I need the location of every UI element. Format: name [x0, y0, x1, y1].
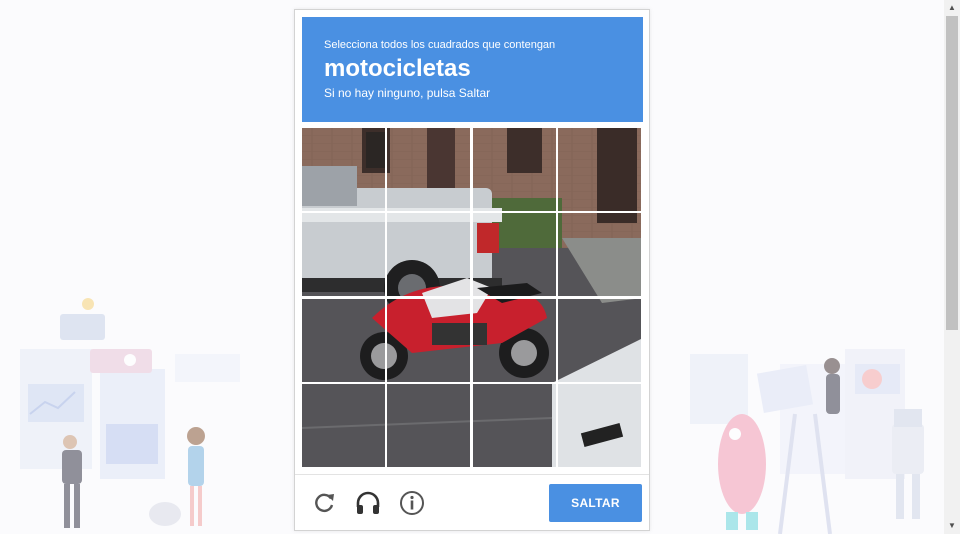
image-tile-1[interactable] — [302, 128, 385, 211]
image-grid — [302, 128, 643, 469]
image-tile-3[interactable] — [473, 128, 556, 211]
image-tile-13[interactable] — [302, 384, 385, 467]
tile-image — [558, 384, 641, 467]
reload-icon[interactable] — [310, 489, 338, 517]
scroll-down-arrow-icon[interactable]: ▼ — [944, 518, 960, 534]
vertical-scrollbar[interactable]: ▲ ▼ — [944, 0, 960, 534]
tile-image — [387, 299, 470, 382]
scrollbar-thumb[interactable] — [946, 16, 958, 330]
scroll-up-arrow-icon[interactable]: ▲ — [944, 0, 960, 16]
captcha-hint: Si no hay ninguno, pulsa Saltar — [324, 86, 491, 100]
image-tile-2[interactable] — [387, 128, 470, 211]
headphones-icon[interactable] — [354, 489, 382, 517]
image-tile-14[interactable] — [387, 384, 470, 467]
image-tile-10[interactable] — [387, 299, 470, 382]
tile-image — [387, 213, 470, 296]
info-icon[interactable] — [398, 489, 426, 517]
image-tile-11[interactable] — [473, 299, 556, 382]
image-tile-4[interactable] — [558, 128, 641, 211]
image-tile-8[interactable] — [558, 213, 641, 296]
tile-image — [558, 128, 641, 211]
captcha-dialog: Selecciona todos los cuadrados que conte… — [294, 9, 650, 531]
tile-image — [387, 128, 470, 211]
image-tile-7[interactable] — [473, 213, 556, 296]
tile-image — [302, 384, 385, 467]
image-tile-15[interactable] — [473, 384, 556, 467]
tile-image — [558, 213, 641, 296]
tile-image — [558, 299, 641, 382]
tile-image — [302, 299, 385, 382]
tile-image — [387, 384, 470, 467]
image-tile-6[interactable] — [387, 213, 470, 296]
image-tile-16[interactable] — [558, 384, 641, 467]
background-illustration-right — [690, 349, 924, 534]
image-tile-12[interactable] — [558, 299, 641, 382]
captcha-footer: SALTAR — [295, 474, 649, 531]
tile-image — [473, 128, 556, 211]
skip-button[interactable]: SALTAR — [549, 484, 642, 522]
tile-image — [302, 213, 385, 296]
tile-image — [473, 213, 556, 296]
background-illustration-left — [20, 298, 240, 528]
tile-image — [473, 384, 556, 467]
tile-image — [302, 128, 385, 211]
captcha-header: Selecciona todos los cuadrados que conte… — [302, 17, 643, 122]
tile-image — [473, 299, 556, 382]
captcha-instruction: Selecciona todos los cuadrados que conte… — [324, 39, 556, 51]
image-tile-5[interactable] — [302, 213, 385, 296]
image-tile-9[interactable] — [302, 299, 385, 382]
captcha-keyword: motocicletas — [324, 55, 471, 82]
